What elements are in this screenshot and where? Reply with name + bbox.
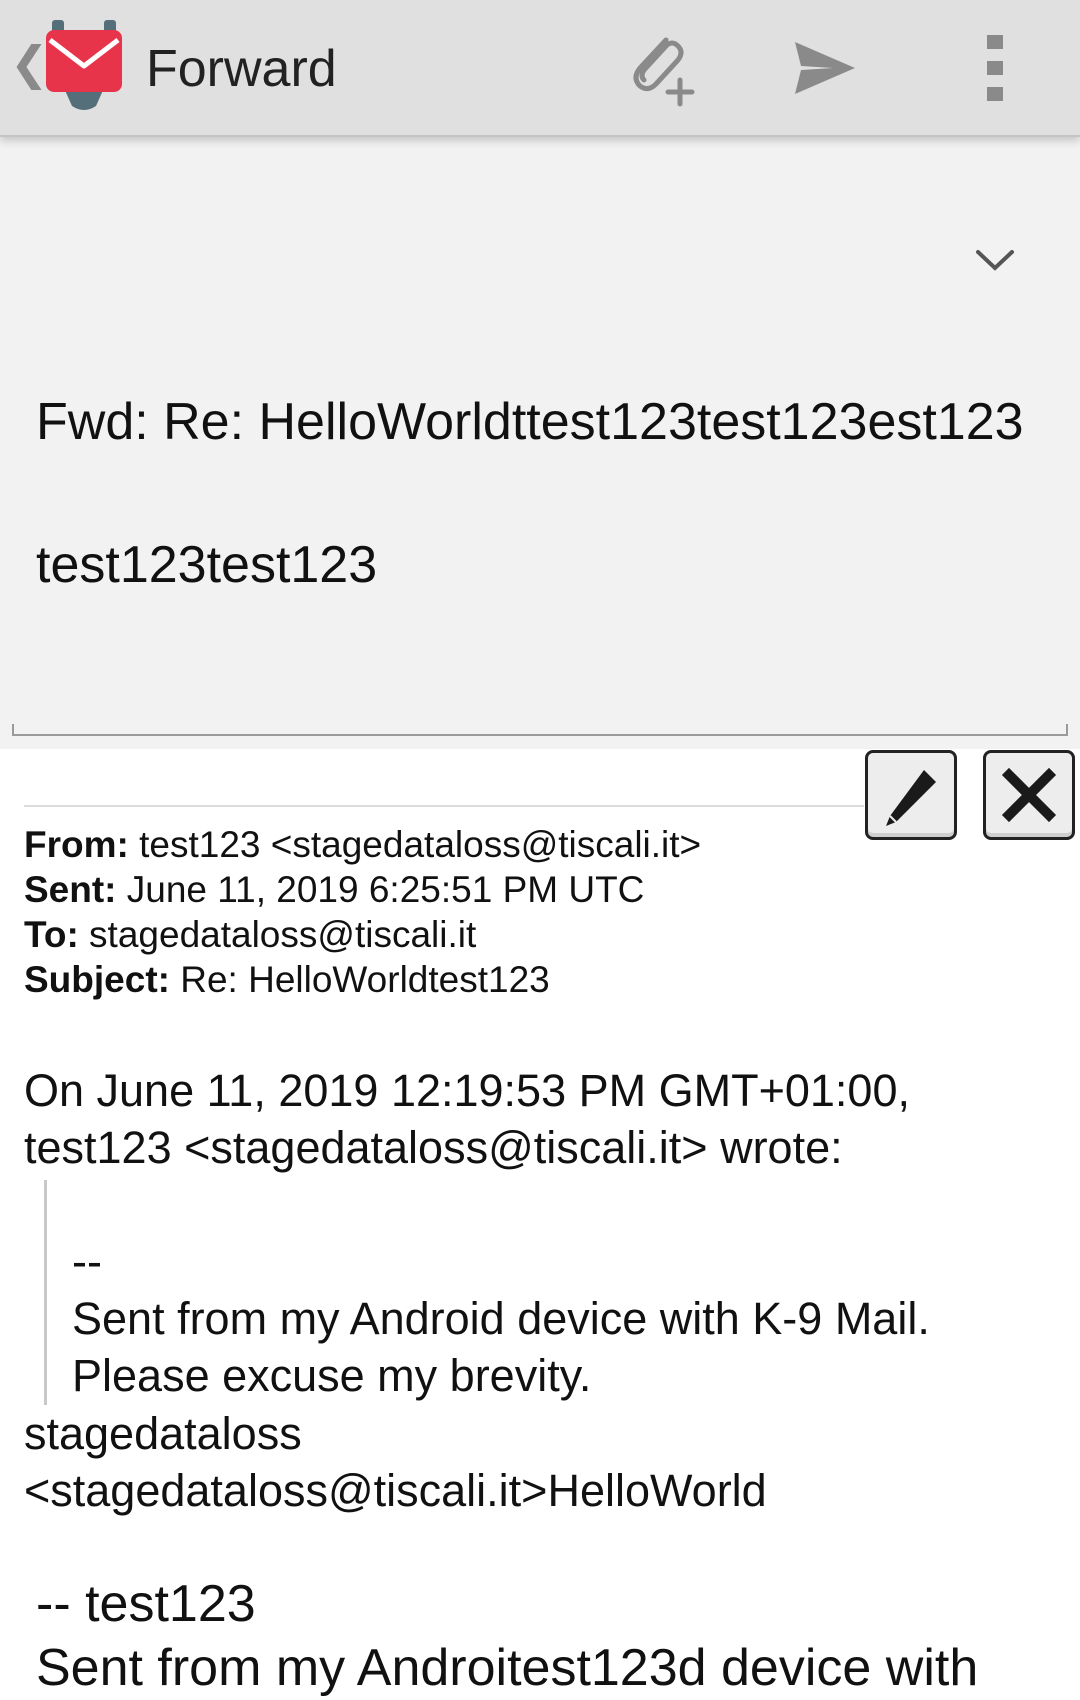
close-icon [1001, 767, 1057, 823]
subject-field[interactable]: Fwd: Re: HelloWorldttest123test123est123 [36, 392, 1046, 452]
sent-value: June 11, 2019 6:25:51 PM UTC [116, 869, 645, 910]
overflow-menu-icon [987, 35, 1003, 101]
pencil-icon [886, 770, 936, 826]
screen-title: Forward [146, 40, 337, 98]
remove-quoted-button[interactable] [983, 750, 1075, 840]
quoted-intro: On June 11, 2019 12:19:53 PM GMT+01:00, … [24, 1062, 1054, 1176]
intro-line: test123 <stagedataloss@tiscali.it> wrote… [24, 1122, 843, 1173]
sent-label: Sent: [24, 869, 117, 910]
attach-add-icon [633, 37, 695, 107]
signature-line: -- test123 [36, 1575, 256, 1633]
signature: -- test123 Sent from my Androitest123d d… [36, 1572, 978, 1700]
subject-header: Subject: Re: HelloWorldtest123 [24, 957, 701, 1002]
send-icon [795, 42, 855, 94]
app-logo-icon[interactable] [42, 18, 126, 114]
quoted-headers: From: test123 <stagedataloss@tiscali.it>… [24, 822, 701, 1002]
signature-line: Sent from my Androitest123d device with [36, 1639, 979, 1697]
quoted-body: stagedataloss <stagedataloss@tiscali.it>… [24, 1405, 767, 1519]
quote-divider [24, 805, 864, 807]
blockquote: -- Sent from my Android device with K-9 … [72, 1233, 930, 1404]
from-value: test123 <stagedataloss@tiscali.it> [128, 824, 702, 865]
from-label: From: [24, 824, 129, 865]
to-header: To: stagedataloss@tiscali.it [24, 912, 701, 957]
intro-line: On June 11, 2019 12:19:53 PM GMT+01:00, [24, 1065, 910, 1116]
blockquote-line: Sent from my Android device with K-9 Mai… [72, 1293, 930, 1344]
sent-header: Sent: June 11, 2019 6:25:51 PM UTC [24, 867, 701, 912]
subject-value: Re: HelloWorldtest123 [169, 959, 550, 1000]
message-body-field[interactable]: test123test123 [36, 535, 377, 595]
to-value: stagedataloss@tiscali.it [78, 914, 477, 955]
send-button[interactable] [782, 25, 868, 111]
quoted-body-line: <stagedataloss@tiscali.it>HelloWorld [24, 1465, 767, 1516]
edit-quoted-button[interactable] [865, 750, 957, 840]
action-bar: ❮ Forward [0, 0, 1080, 137]
blockquote-bar [44, 1180, 47, 1405]
subject-label: Subject: [24, 959, 170, 1000]
quoted-body-line: stagedataloss [24, 1408, 302, 1459]
to-label: To: [24, 914, 79, 955]
from-header: From: test123 <stagedataloss@tiscali.it> [24, 822, 701, 867]
chevron-down-icon[interactable] [970, 240, 1020, 280]
overflow-menu-button[interactable] [952, 25, 1038, 111]
blockquote-line: -- [72, 1236, 102, 1287]
blockquote-line: Please excuse my brevity. [72, 1350, 592, 1401]
body-field-underline [12, 724, 1068, 736]
attach-button[interactable] [617, 25, 703, 111]
